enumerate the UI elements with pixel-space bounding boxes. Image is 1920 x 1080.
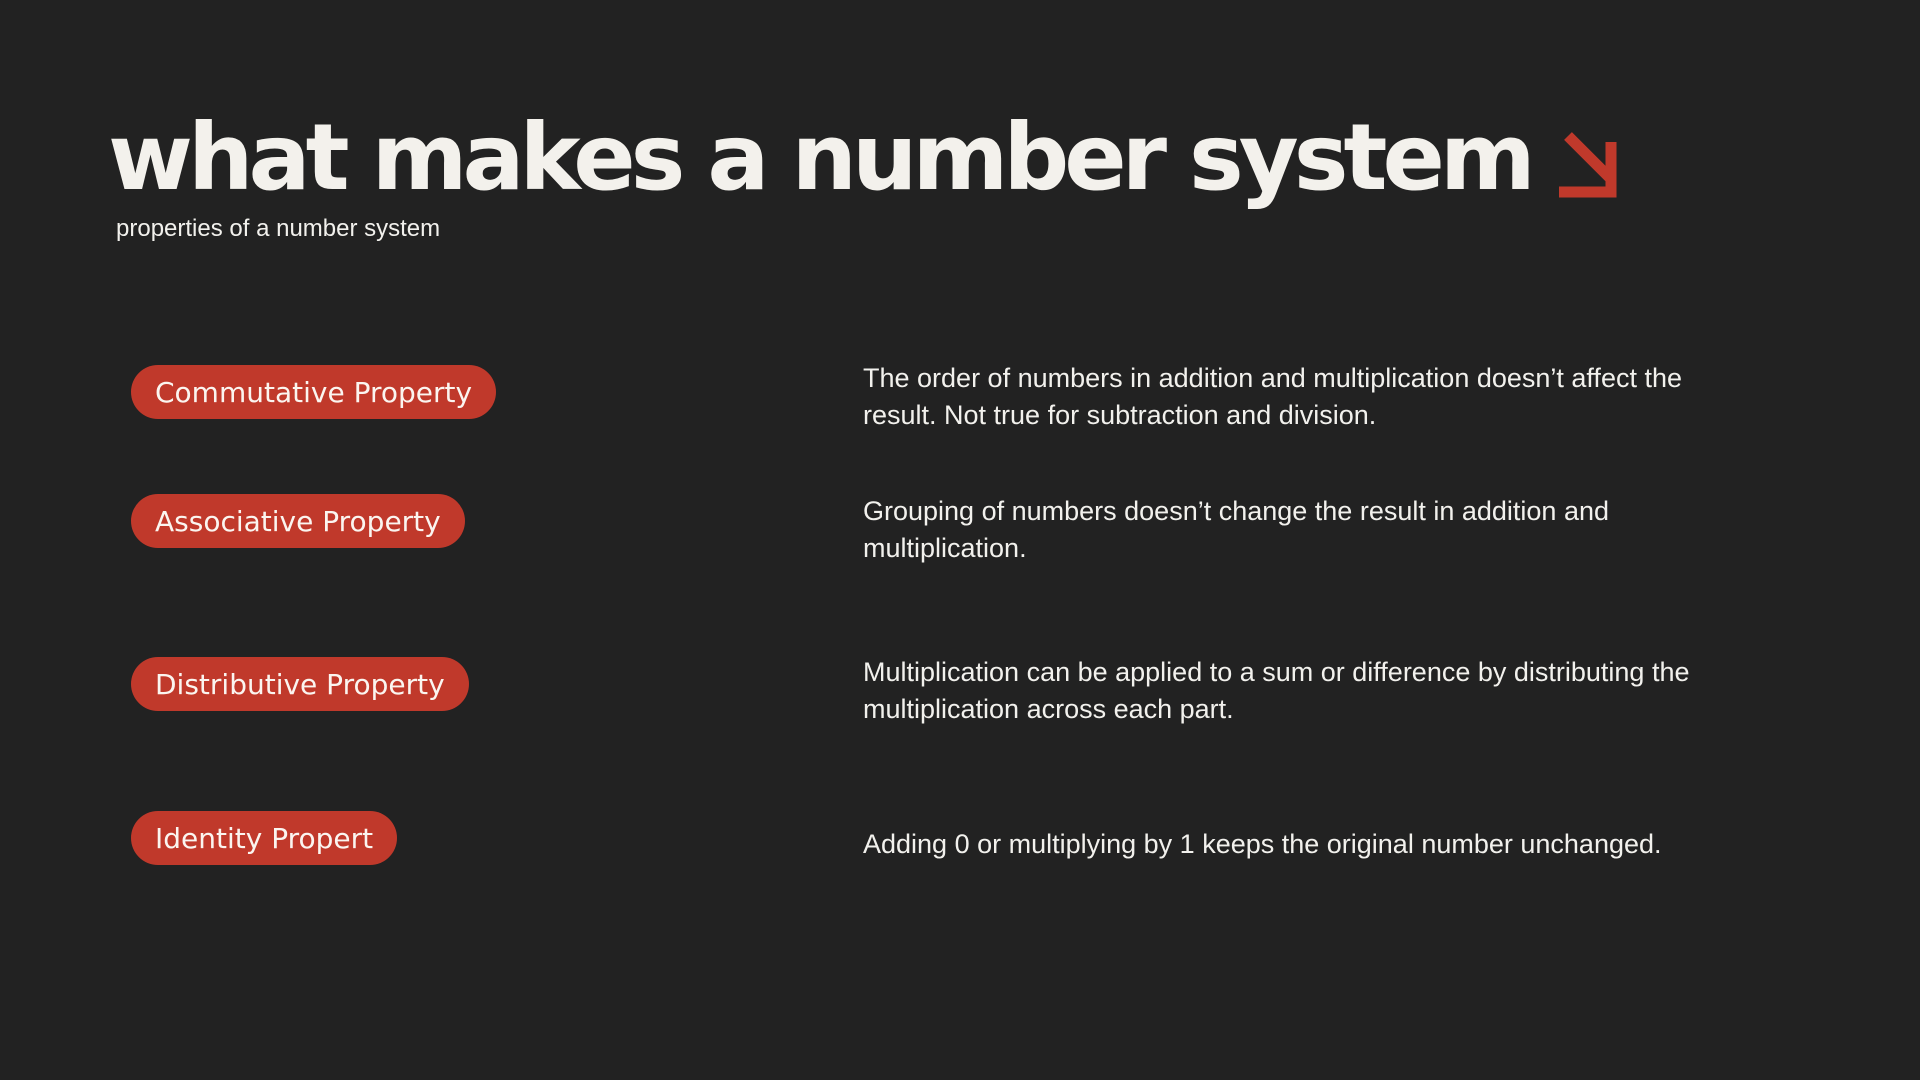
property-badge-commutative: Commutative Property [131,365,497,419]
property-description-associative: Grouping of numbers doesn’t change the r… [863,496,1609,563]
property-description-commutative: The order of numbers in addition and mul… [863,363,1682,430]
slide-title: what makes a number system [108,104,1536,211]
property-description-identity: Adding 0 or multiplying by 1 keeps the o… [863,829,1662,859]
property-description-distributive: Multiplication can be applied to a sum o… [863,657,1690,724]
title-row: what makes a number system [108,112,1621,204]
property-badge-distributive: Distributive Property [131,657,469,711]
arrow-down-right-icon [1555,132,1621,198]
slide-subtitle: properties of a number system [116,215,441,242]
property-badge-identity: Identity Propert [131,811,398,865]
property-badge-associative: Associative Property [131,494,465,548]
slide: what makes a number system properties of… [0,0,1920,1080]
